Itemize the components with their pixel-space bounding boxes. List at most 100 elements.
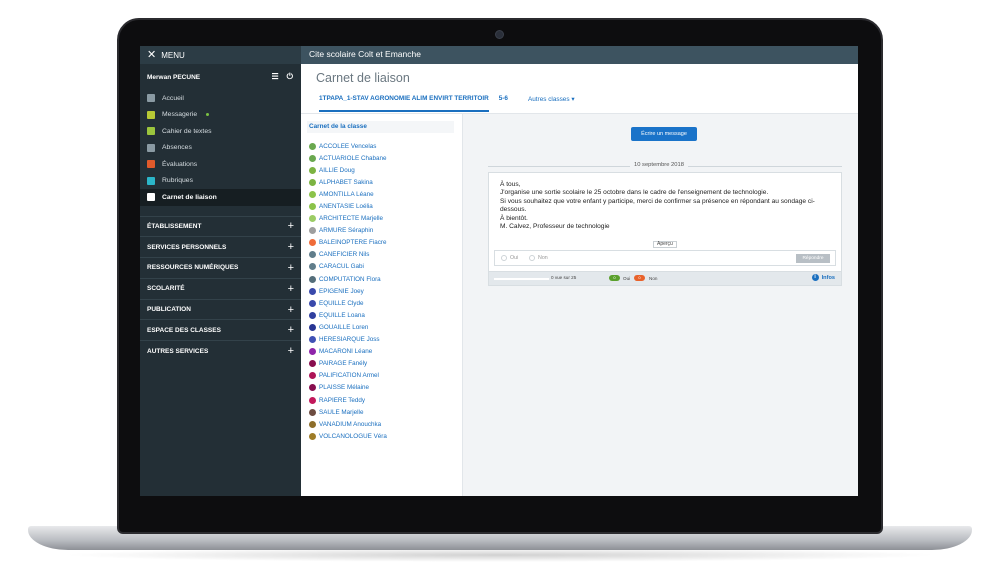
student-item[interactable]: COMPUTATION Flora xyxy=(301,273,462,285)
user-row: Merwan PECUNE ☰ ⏻ xyxy=(140,64,301,90)
student-item[interactable]: GOUAILLE Loren xyxy=(301,321,462,333)
student-item[interactable]: ARMURE Séraphin xyxy=(301,225,462,237)
student-item[interactable]: PALIFICATION Armel xyxy=(301,370,462,382)
radio-yes-label: Oui xyxy=(510,255,519,261)
preview-button[interactable]: Aperçu xyxy=(653,241,677,248)
radio-yes[interactable]: Oui xyxy=(501,255,518,261)
student-name: VOLCANOLOGUE Véra xyxy=(319,432,387,440)
message-line: À bientôt. xyxy=(500,214,528,222)
sidebar-section[interactable]: SCOLARITÉ + xyxy=(140,277,301,299)
sidebar-item-3[interactable]: Absences xyxy=(140,140,301,157)
section-list: ÉTABLISSEMENT + SERVICES PERSONNELS + RESSOU… xyxy=(140,215,301,362)
student-item[interactable]: RAPIERE Teddy xyxy=(301,394,462,406)
plus-icon: + xyxy=(287,345,294,358)
write-message-button[interactable]: Écrire un message xyxy=(631,127,697,141)
tab-class[interactable]: 1TPAPA_1-STAV AGRONOMIE ALIM ENVIRT TERR… xyxy=(319,95,489,112)
student-item[interactable]: CANEFICIER Nils xyxy=(301,249,462,261)
tab-group[interactable]: 5-6 xyxy=(499,95,508,112)
student-item[interactable]: ARCHITECTE Marjelle xyxy=(301,213,462,225)
student-item[interactable]: VOLCANOLOGUE Véra xyxy=(301,430,462,442)
student-avatar-icon xyxy=(309,203,316,211)
student-item[interactable]: PAIRAGE Fanély xyxy=(301,358,462,370)
student-name: EPIGENIE Joey xyxy=(319,287,364,295)
other-classes-dropdown[interactable]: Autres classes ▾ xyxy=(528,95,575,112)
student-item[interactable]: VANADIUM Anouchka xyxy=(301,418,462,430)
menu-label: MENU xyxy=(161,50,185,60)
student-avatar-icon xyxy=(309,372,316,380)
student-item[interactable]: ACCOLEE Vencelas xyxy=(301,140,462,152)
student-avatar-icon xyxy=(309,190,316,198)
student-item[interactable]: SAULE Marjelle xyxy=(301,406,462,418)
student-avatar-icon xyxy=(309,154,316,162)
settings-sliders-icon[interactable]: ☰ xyxy=(272,72,279,82)
student-name: GOUAILLE Loren xyxy=(319,323,369,331)
read-status: 0 vue sur 25 xyxy=(551,275,577,280)
student-item[interactable]: AILLIE Doug xyxy=(301,164,462,176)
sidebar-section[interactable]: RESSOURCES NUMÉRIQUES + xyxy=(140,257,301,278)
sidebar-item-6[interactable]: Carnet de liaison xyxy=(140,189,301,206)
plus-icon: + xyxy=(287,282,294,295)
sidebar-item-1[interactable]: Messagerie xyxy=(140,107,301,124)
user-icon xyxy=(147,143,155,152)
student-name: BALEINOPTERE Fiacre xyxy=(319,239,387,247)
section-label: AUTRES SERVICES xyxy=(147,347,209,355)
student-avatar-icon xyxy=(309,239,316,247)
student-avatar-icon xyxy=(309,251,316,259)
class-notebook-link[interactable]: Carnet de la classe xyxy=(307,121,454,133)
yes-count-badge: 0 xyxy=(609,275,620,281)
sidebar-item-4[interactable]: Évaluations xyxy=(140,156,301,173)
mail-icon xyxy=(147,110,155,119)
student-item[interactable]: CARACUL Gabi xyxy=(301,261,462,273)
section-label: RESSOURCES NUMÉRIQUES xyxy=(147,264,239,272)
sidebar-item-5[interactable]: Rubriques xyxy=(140,173,301,190)
poll-reply-row: Oui Non Répondre xyxy=(494,250,836,266)
sidebar-section[interactable]: AUTRES SERVICES + xyxy=(140,340,301,361)
radio-no[interactable]: Non xyxy=(529,255,548,261)
sidebar-item-label: Rubriques xyxy=(162,177,193,185)
sidebar-item-label: Accueil xyxy=(162,94,184,102)
student-name: PLAISSE Mélaine xyxy=(319,384,370,392)
section-label: SCOLARITÉ xyxy=(147,285,185,293)
yes-count-label: Oui xyxy=(623,275,631,281)
infos-button[interactable]: i Infos xyxy=(811,274,835,281)
plus-icon: + xyxy=(287,324,294,337)
student-name: CARACUL Gabi xyxy=(319,263,364,271)
student-item[interactable]: EPIGENIE Joey xyxy=(301,285,462,297)
student-item[interactable]: ANENTASIE Loélia xyxy=(301,200,462,212)
student-item[interactable]: ACTUARIOLE Chabane xyxy=(301,152,462,164)
sidebar-section[interactable]: ÉTABLISSEMENT + xyxy=(140,215,301,237)
evaluation-icon xyxy=(147,160,155,169)
student-list: ACCOLEE Vencelas ACTUARIOLE Chabane AILLIE… xyxy=(301,140,462,442)
student-item[interactable]: EQUILLE Clyde xyxy=(301,297,462,309)
student-name: PAIRAGE Fanély xyxy=(319,360,368,368)
student-item[interactable]: AMONTILLA Léane xyxy=(301,188,462,200)
plus-icon: + xyxy=(287,261,294,274)
student-item[interactable]: ALPHABET Sakina xyxy=(301,176,462,188)
power-icon[interactable]: ⏻ xyxy=(287,72,293,82)
student-item[interactable]: MACARONI Léane xyxy=(301,346,462,358)
sidebar-item-2[interactable]: Cahier de textes xyxy=(140,123,301,140)
student-item[interactable]: BALEINOPTERE Fiacre xyxy=(301,237,462,249)
student-avatar-icon xyxy=(309,336,316,344)
link-icon xyxy=(147,193,155,202)
sidebar-section[interactable]: ESPACE DES CLASSES + xyxy=(140,319,301,340)
student-item[interactable]: EQUILLE Loana xyxy=(301,309,462,321)
menu-toggle-button[interactable]: ✕ MENU xyxy=(140,46,301,64)
sidebar-section[interactable]: SERVICES PERSONNELS + xyxy=(140,236,301,257)
sidebar-item-label: Cahier de textes xyxy=(162,127,212,135)
message-line: J'organise une sortie scolaire le 25 oct… xyxy=(500,189,769,197)
plus-icon: + xyxy=(287,303,294,316)
no-count-label: Non xyxy=(649,275,658,281)
student-item[interactable]: HERESIARQUE Joss xyxy=(301,334,462,346)
student-avatar-icon xyxy=(309,348,316,356)
sidebar-section[interactable]: PUBLICATION + xyxy=(140,298,301,320)
student-name: EQUILLE Loana xyxy=(319,311,365,319)
student-name: AILLIE Doug xyxy=(319,166,355,174)
sidebar-item-0[interactable]: Accueil xyxy=(140,90,301,107)
reply-button[interactable]: Répondre xyxy=(796,254,830,263)
student-avatar-icon xyxy=(309,420,316,428)
student-item[interactable]: PLAISSE Mélaine xyxy=(301,382,462,394)
message-footer: 0 vue sur 25 0 Oui 0 Non i Infos xyxy=(488,272,842,286)
plus-icon: + xyxy=(287,220,294,233)
student-name: RAPIERE Teddy xyxy=(319,396,366,404)
